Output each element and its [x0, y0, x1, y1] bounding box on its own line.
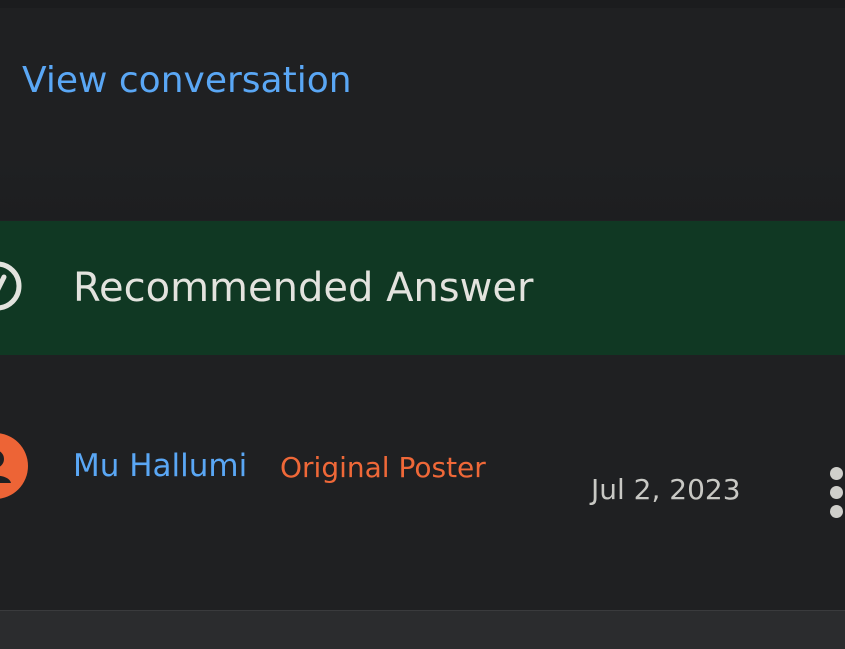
check-circle-icon [0, 261, 22, 311]
top-strip [0, 0, 845, 8]
view-conversation-link[interactable]: View conversation [22, 63, 352, 99]
more-vert-dot-bottom [830, 505, 843, 518]
original-poster-badge: Original Poster [280, 451, 486, 484]
recommended-answer-label: Recommended Answer [73, 265, 534, 311]
person-icon [0, 451, 11, 483]
bottom-bar [0, 610, 845, 649]
author-name[interactable]: Mu Hallumi [73, 451, 247, 482]
more-vert-dot-top [830, 467, 843, 480]
conversation-section: View conversation [0, 8, 845, 158]
post-date: Jul 2, 2023 [591, 473, 741, 506]
post-header: Mu Hallumi Original Poster Jul 2, 2023 [0, 355, 845, 610]
more-vert-dot-middle [830, 486, 843, 499]
section-divider [0, 158, 845, 220]
avatar[interactable] [0, 433, 28, 499]
recommended-answer-banner: Recommended Answer [0, 221, 845, 355]
more-options-button[interactable] [826, 467, 845, 518]
